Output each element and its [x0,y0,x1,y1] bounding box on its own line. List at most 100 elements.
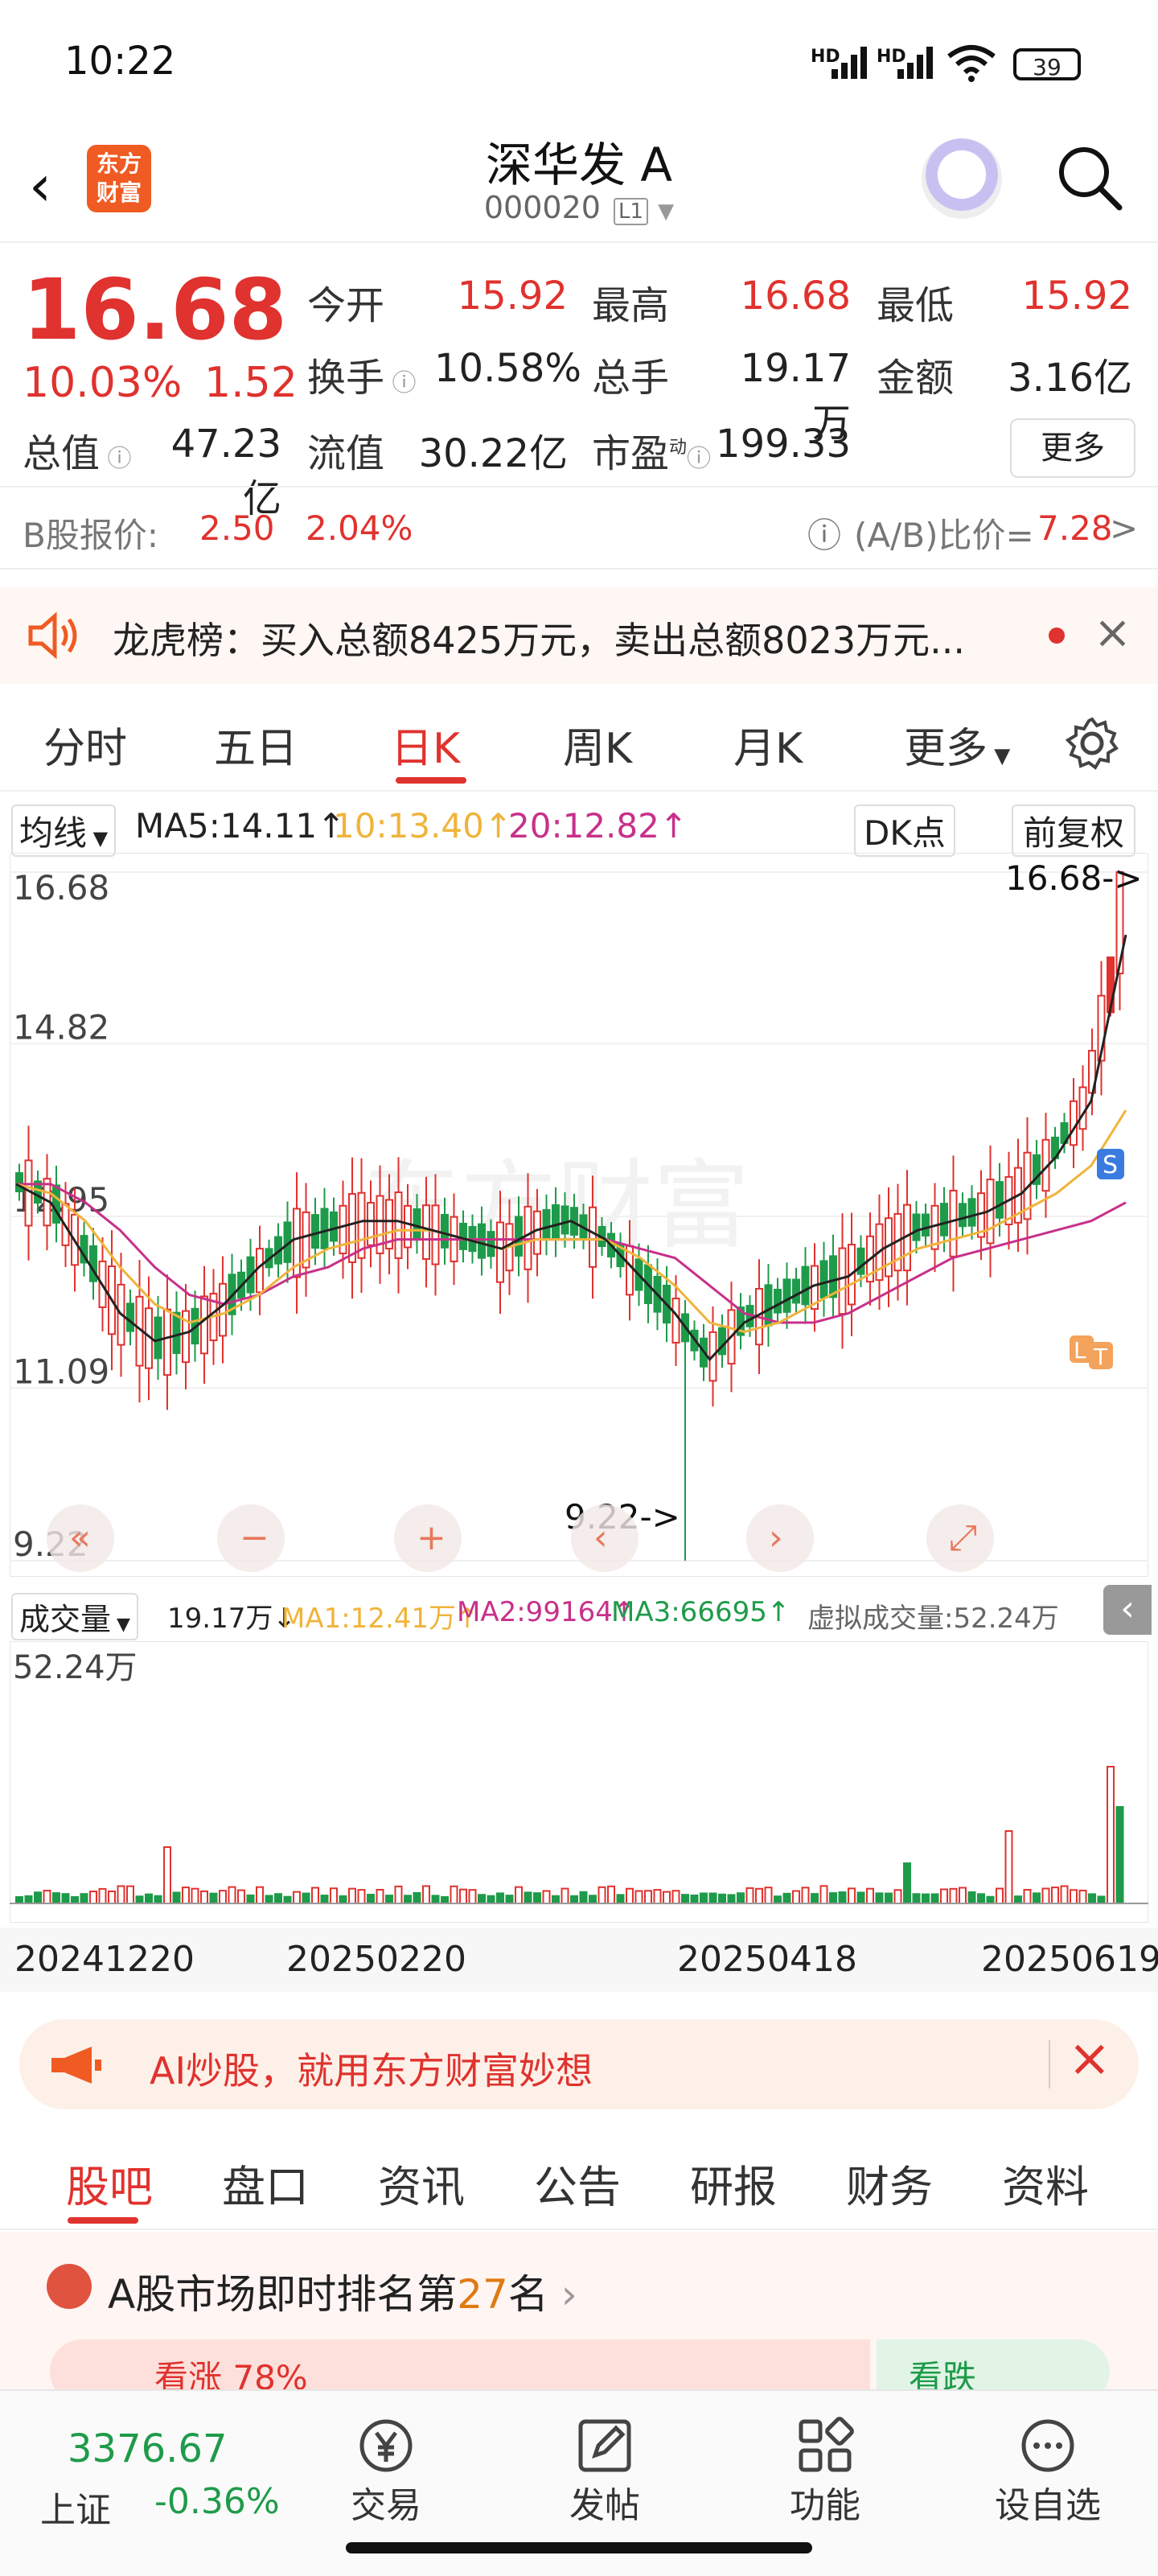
index-value[interactable]: 3376.67 [68,2426,228,2471]
volume-bar [589,1895,597,1904]
volume-bar [718,1893,726,1905]
volume-bar [626,1887,634,1904]
market-rank-card[interactable]: A股市场即时排名第27名 › 看涨 78% 看跌 [0,2232,1158,2404]
post-button[interactable]: 发帖 [556,2407,653,2552]
kline-svg[interactable]: 16.6814.8212.9511.099.22东方财富16.68->9.22-… [9,852,1149,1578]
volume-bar [579,1891,588,1904]
volume-bar [496,1892,504,1904]
chart-period-tabs: 分时 五日 日K 周K 月K 更多 ▼ [0,693,1158,792]
tab-finance[interactable]: 财务 [846,2151,933,2215]
dk-point-button[interactable]: DK点 [854,804,955,857]
add-watchlist-button[interactable]: 设自选 [988,2407,1108,2552]
mcap-label[interactable]: 总值 ⓘ [23,422,132,478]
b-share-pct: 2.04% [306,508,413,548]
help-icon[interactable]: ⓘ [807,508,841,558]
chevron-down-icon: ▼ [658,200,675,224]
dragon-tiger-notice[interactable]: 龙虎榜：买入总额8425万元，卖出总额8023万元... × [0,587,1158,684]
volume-bar [1014,1895,1022,1904]
volume-bar [163,1846,171,1904]
gear-icon[interactable] [1063,714,1121,772]
volume-bar [570,1895,578,1905]
index-pct: -0.36% [154,2481,280,2522]
pe-label[interactable]: 市盈动ⓘ [592,422,711,478]
volume-selector[interactable]: 成交量 ▼ [11,1593,138,1640]
float-value: 30.22亿 [418,431,568,476]
volume-bar [1115,1806,1124,1904]
volume-bar [1107,1766,1115,1904]
trade-button[interactable]: 交易 [338,2407,434,2552]
close-icon[interactable]: × [1094,607,1131,659]
back-arrow-icon[interactable]: ‹ [29,153,51,219]
date-axis: 20241220 20250220 20250418 20250619 [0,1928,1158,1992]
ai-assistant-icon[interactable] [922,138,1002,219]
close-icon[interactable]: × [1068,2029,1111,2088]
volume-frame [9,1640,1149,1924]
turnover-value: 10.58% [434,346,582,391]
add-watchlist-label: 设自选 [995,2485,1101,2526]
candle-body [163,1308,171,1376]
tab-monthly-k[interactable]: 月K [733,714,803,775]
volume-bar [145,1893,153,1904]
volume-bar [98,1887,107,1905]
tab-profile[interactable]: 资料 [1002,2151,1089,2215]
candle-body [829,1255,837,1298]
kline-chart[interactable]: 16.6814.8212.9511.099.22东方财富16.68->9.22-… [9,852,1149,1578]
tab-five-day[interactable]: 五日 [214,714,298,775]
volume-legend-row: 成交量 ▼ 19.17万↓ MA1:12.41万↑ MA2:99164↑ MA3… [0,1582,1158,1640]
tab-news[interactable]: 资讯 [378,2151,465,2215]
volume-bar [117,1885,125,1905]
ma-selector[interactable]: 均线 ▼ [11,804,117,857]
tab-intraday[interactable]: 分时 [43,714,127,775]
tab-weekly-k[interactable]: 周K [563,714,632,775]
search-icon[interactable] [1053,142,1126,214]
trade-badge-label: T [1093,1344,1108,1370]
volume-bar [524,1891,532,1904]
volume-bar [265,1895,273,1905]
volume-bar [866,1887,874,1905]
stock-code: 000020 [483,190,601,225]
function-label: 功能 [790,2485,860,2526]
tab-daily-k[interactable]: 日K [391,714,460,775]
volume-bar [283,1895,292,1904]
trade-badge-label: L [1074,1337,1086,1364]
status-bar: 10:22 HD HD 39 [0,0,1158,121]
tab-forum[interactable]: 股吧 [66,2151,153,2215]
tab-announcements[interactable]: 公告 [534,2151,621,2215]
volume-bar [468,1889,477,1904]
volume-bar [24,1895,33,1905]
collapse-panel-icon[interactable]: ‹ [1103,1585,1152,1635]
battery-icon: 39 [1013,48,1081,80]
volume-bar [43,1890,51,1905]
candle-body [15,1172,23,1193]
tab-more[interactable]: 更多 ▼ [904,714,1010,775]
b-share-row[interactable]: B股报价: 2.50 2.04% ⓘ (A/B)比价= 7.28 > [0,486,1158,570]
open-label: 今开 [307,283,385,328]
volume-bar [1088,1893,1096,1904]
ai-promo-banner[interactable]: AI炒股，就用东方财富妙想 × [19,2019,1139,2109]
more-button[interactable]: 更多 [1010,418,1135,478]
index-name: 上证 [40,2490,111,2531]
volume-bar [996,1887,1004,1905]
volume-bar [671,1890,680,1904]
volume-bar [616,1894,625,1905]
change-amount: 1.52 [204,359,298,407]
function-button[interactable]: 功能 [777,2407,873,2552]
candle-body [671,1298,680,1344]
tab-research[interactable]: 研报 [690,2151,777,2215]
tab-orderbook[interactable]: 盘口 [222,2151,309,2215]
candle-body [967,1198,976,1227]
volume-bar [191,1887,199,1904]
app-logo[interactable]: 东方财富 [87,145,151,212]
candle-body [478,1223,486,1259]
candle-body [422,1204,430,1260]
candle-body [524,1205,532,1270]
volume-bar [172,1891,181,1904]
adjust-button[interactable]: 前复权 [1012,804,1136,857]
volume-bar [1004,1830,1013,1904]
volume-bar [228,1886,236,1904]
volume-chart[interactable]: 52.24万 [9,1640,1149,1924]
volume-bar [1051,1887,1059,1904]
turnover-label[interactable]: 换手 ⓘ [307,346,417,402]
volume-bar [681,1894,689,1905]
volume-bar [385,1895,393,1905]
